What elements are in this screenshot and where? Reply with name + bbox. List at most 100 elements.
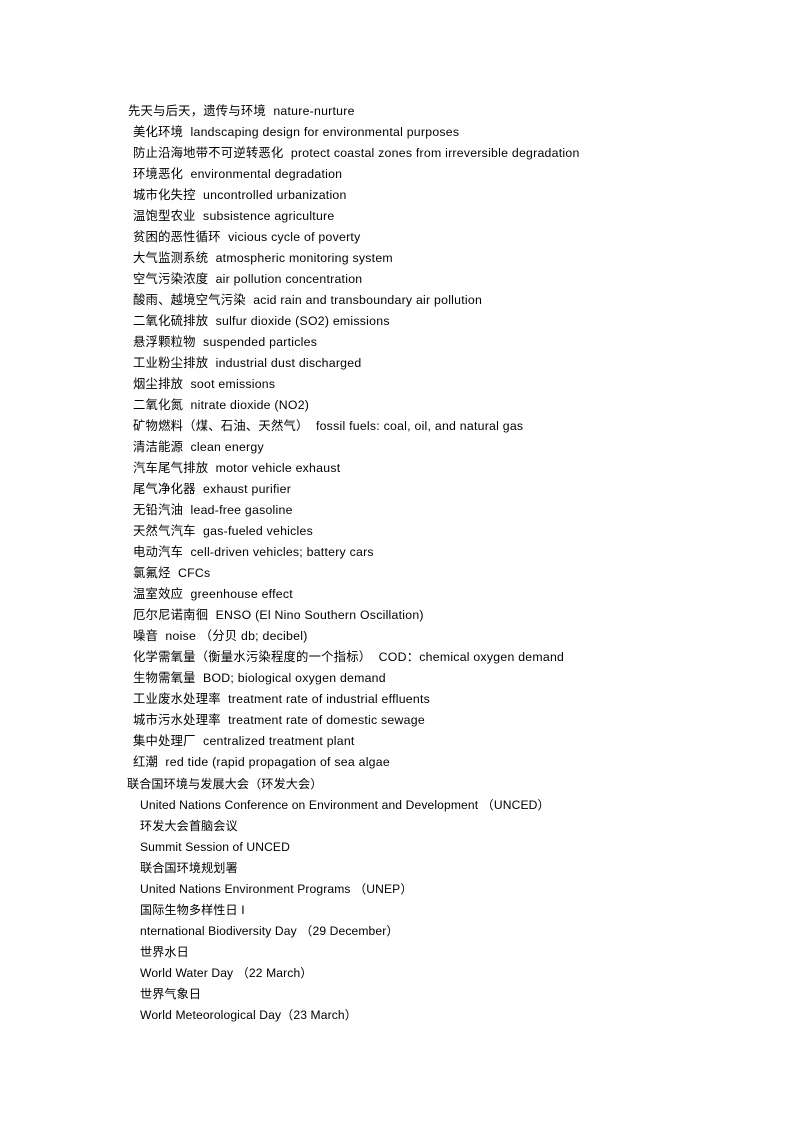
glossary-term-en: BOD; biological oxygen demand [203,671,386,685]
glossary-entry: 二氧化氮 nitrate dioxide (NO2) [133,395,748,416]
glossary-entry: 工业废水处理率 treatment rate of industrial eff… [133,689,748,710]
glossary-term-zh: 二氧化氮 [133,398,184,412]
glossary-term-en: acid rain and transboundary air pollutio… [253,293,483,307]
glossary-term-zh: 环境恶化 [133,167,184,181]
glossary-term-zh: 二氧化硫排放 [133,314,209,328]
glossary-term-en: gas-fueled vehicles [203,524,313,538]
glossary-term-en: fossil fuels: coal, oil, and natural gas [315,419,524,433]
glossary-term-zh: 酸雨、越境空气污染 [133,293,246,307]
glossary-term-zh: 集中处理厂 [133,734,196,748]
glossary-term-zh: 汽车尾气排放 [133,461,209,475]
glossary-term-zh: 温室效应 [133,587,184,601]
glossary-term-zh: 厄尔尼诺南徊 [133,608,209,622]
event-entry-zh: 国际生物多样性日 I [140,903,245,917]
document-page: 先天与后天，遗传与环境 nature-nurture 美化环境 landscapi… [0,0,794,1123]
glossary-term-en: subsistence agriculture [203,209,335,223]
glossary-entry: 美化环境 landscaping design for environmenta… [133,122,748,143]
event-entry-zh: 联合国环境规划署 [140,861,238,875]
glossary-term-zh: 矿物燃料（煤、石油、天然气） [133,419,309,433]
glossary-entry: 酸雨、越境空气污染 acid rain and transboundary ai… [133,290,748,311]
glossary-term-zh: 贫困的恶性循环 [133,230,221,244]
glossary-term-zh: 生物需氧量 [133,671,196,685]
glossary-entry: 矿物燃料（煤、石油、天然气） fossil fuels: coal, oil, … [133,416,748,437]
glossary-term-en: COD：chemical oxygen demand [378,650,565,664]
glossary-entry: 悬浮颗粒物 suspended particles [133,332,748,353]
glossary-term-en: treatment rate of industrial effluents [228,692,431,706]
glossary-term-zh: 悬浮颗粒物 [133,335,196,349]
event-entry-en: Summit Session of UNCED [140,840,290,854]
glossary-entry: 生物需氧量 BOD; biological oxygen demand [133,668,748,689]
glossary-term-en: exhaust purifier [203,482,292,496]
glossary-term-zh: 大气监测系统 [133,251,209,265]
glossary-term-en: nitrate dioxide (NO2) [190,398,310,412]
glossary-term-zh: 城市污水处理率 [133,713,221,727]
glossary-term-en: nature-nurture [273,104,355,118]
glossary-entry: 二氧化硫排放 sulfur dioxide (SO2) emissions [133,311,748,332]
glossary-entry: 先天与后天，遗传与环境 nature-nurture [128,101,748,122]
glossary-entry: 集中处理厂 centralized treatment plant [133,731,748,752]
event-entry-en: World Meteorological Day（23 March） [140,1008,357,1022]
glossary-entry: 厄尔尼诺南徊 ENSO (El Nino Southern Oscillatio… [133,605,748,626]
glossary-entry: 空气污染浓度 air pollution concentration [133,269,748,290]
glossary-entry: 城市化失控 uncontrolled urbanization [133,185,748,206]
event-entry-zh: 世界水日 [140,945,189,959]
event-entry-zh: 联合国环境与发展大会（环发大会） [127,777,323,791]
glossary-term-zh: 工业废水处理率 [133,692,221,706]
glossary-term-en: red tide (rapid propagation of sea algae [165,755,390,769]
glossary-term-zh: 无铅汽油 [133,503,184,517]
event-entry-en: nternational Biodiversity Day （29 Decemb… [140,924,399,938]
glossary-term-en: motor vehicle exhaust [215,461,341,475]
glossary-entry: 噪音 noise （分贝 db; decibel) [133,626,748,647]
glossary-term-zh: 温饱型农业 [133,209,196,223]
glossary-entry: 无铅汽油 lead-free gasoline [133,500,748,521]
environment-glossary-list: 先天与后天，遗传与环境 nature-nurture 美化环境 landscapi… [128,101,748,773]
glossary-term-en: vicious cycle of poverty [228,230,361,244]
glossary-entry: 防止沿海地带不可逆转恶化 protect coastal zones from … [133,143,748,164]
glossary-term-zh: 工业粉尘排放 [133,356,209,370]
glossary-term-en: lead-free gasoline [190,503,293,517]
glossary-term-en: suspended particles [203,335,318,349]
glossary-term-en: air pollution concentration [215,272,363,286]
glossary-term-en: protect coastal zones from irreversible … [290,146,580,160]
glossary-term-zh: 电动汽车 [133,545,184,559]
glossary-term-en: centralized treatment plant [203,734,355,748]
glossary-entry: 化学需氧量（衡量水污染程度的一个指标） COD：chemical oxygen … [133,647,748,668]
glossary-term-zh: 清洁能源 [133,440,184,454]
glossary-entry: 温室效应 greenhouse effect [133,584,748,605]
glossary-term-zh: 先天与后天，遗传与环境 [128,104,266,118]
glossary-term-en: CFCs [177,566,211,580]
international-events-list: 联合国环境与发展大会（环发大会） United Nations Conferenc… [127,774,747,1026]
glossary-term-zh: 氯氟烃 [133,566,171,580]
glossary-term-en: sulfur dioxide (SO2) emissions [215,314,390,328]
event-entry-zh: 环发大会首脑会议 [140,819,238,833]
glossary-term-zh: 噪音 [133,629,159,643]
glossary-term-en: environmental degradation [190,167,343,181]
glossary-term-zh: 空气污染浓度 [133,272,209,286]
glossary-term-zh: 尾气净化器 [133,482,196,496]
glossary-entry: 氯氟烃 CFCs [133,563,748,584]
glossary-entry: 工业粉尘排放 industrial dust discharged [133,353,748,374]
glossary-term-zh: 防止沿海地带不可逆转恶化 [133,146,284,160]
glossary-term-en: soot emissions [190,377,276,391]
glossary-term-en: noise （分贝 db; decibel) [165,629,308,643]
glossary-entry: 温饱型农业 subsistence agriculture [133,206,748,227]
glossary-term-en: treatment rate of domestic sewage [228,713,425,727]
glossary-term-zh: 烟尘排放 [133,377,184,391]
glossary-term-zh: 城市化失控 [133,188,196,202]
glossary-term-zh: 美化环境 [133,125,184,139]
glossary-entry: 贫困的恶性循环 vicious cycle of poverty [133,227,748,248]
glossary-term-en: ENSO (El Nino Southern Oscillation) [215,608,424,622]
glossary-term-zh: 红潮 [133,755,159,769]
event-entry-en: United Nations Conference on Environment… [140,798,550,812]
glossary-term-en: landscaping design for environmental pur… [190,125,460,139]
glossary-term-en: atmospheric monitoring system [215,251,393,265]
event-entry-en: World Water Day （22 March） [140,966,313,980]
glossary-entry: 大气监测系统 atmospheric monitoring system [133,248,748,269]
glossary-entry: 汽车尾气排放 motor vehicle exhaust [133,458,748,479]
event-entry-zh: 世界气象日 [140,987,202,1001]
glossary-entry: 红潮 red tide (rapid propagation of sea al… [133,752,748,773]
glossary-entry: 尾气净化器 exhaust purifier [133,479,748,500]
glossary-entry: 城市污水处理率 treatment rate of domestic sewag… [133,710,748,731]
glossary-term-en: greenhouse effect [190,587,293,601]
glossary-term-en: cell-driven vehicles; battery cars [190,545,374,559]
